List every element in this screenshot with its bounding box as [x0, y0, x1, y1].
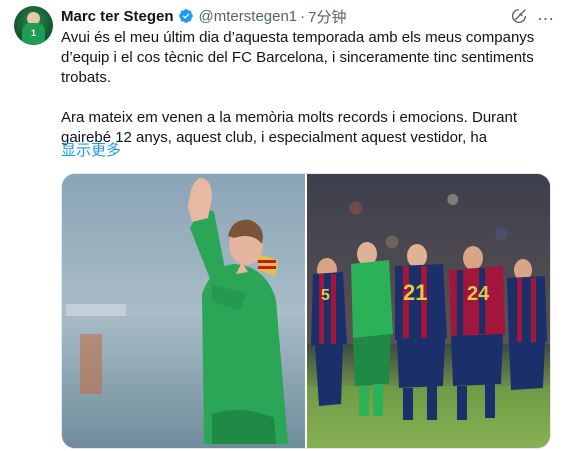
- photo-team-huddle[interactable]: 5 21 24: [307, 174, 550, 448]
- photo-goalkeeper-applauding[interactable]: [62, 174, 305, 448]
- more-options-icon[interactable]: …: [536, 5, 556, 25]
- show-more-link[interactable]: 显示更多: [61, 141, 121, 161]
- author-name[interactable]: Marc ter Stegen: [61, 8, 174, 25]
- jersey-number-21: 21: [403, 280, 427, 305]
- goalkeeper-illustration: [62, 174, 305, 448]
- tweet-body: Avui és el meu últim dia d’aquesta tempo…: [61, 28, 551, 148]
- team-huddle-illustration: 5 21 24: [311, 242, 547, 420]
- author-avatar[interactable]: 1: [14, 6, 53, 45]
- verified-badge-icon[interactable]: [178, 8, 194, 24]
- avatar-number: 1: [30, 28, 36, 38]
- jersey-number-5: 5: [321, 287, 330, 304]
- grok-icon[interactable]: [510, 7, 528, 25]
- tweet-header: Marc ter Stegen @mterstegen1 · 7分钟: [61, 5, 347, 27]
- tweet-paragraph: Ara mateix em venen a la memòria molts r…: [61, 109, 518, 146]
- jersey-number-24: 24: [467, 283, 490, 305]
- separator-dot: ·: [300, 7, 306, 25]
- tweet-media[interactable]: 5 21 24: [61, 173, 551, 449]
- author-handle[interactable]: @mterstegen1: [199, 8, 298, 25]
- tweet-paragraph: Avui és el meu últim dia d’aquesta tempo…: [61, 29, 535, 86]
- tweet-timestamp[interactable]: 7分钟: [308, 6, 346, 27]
